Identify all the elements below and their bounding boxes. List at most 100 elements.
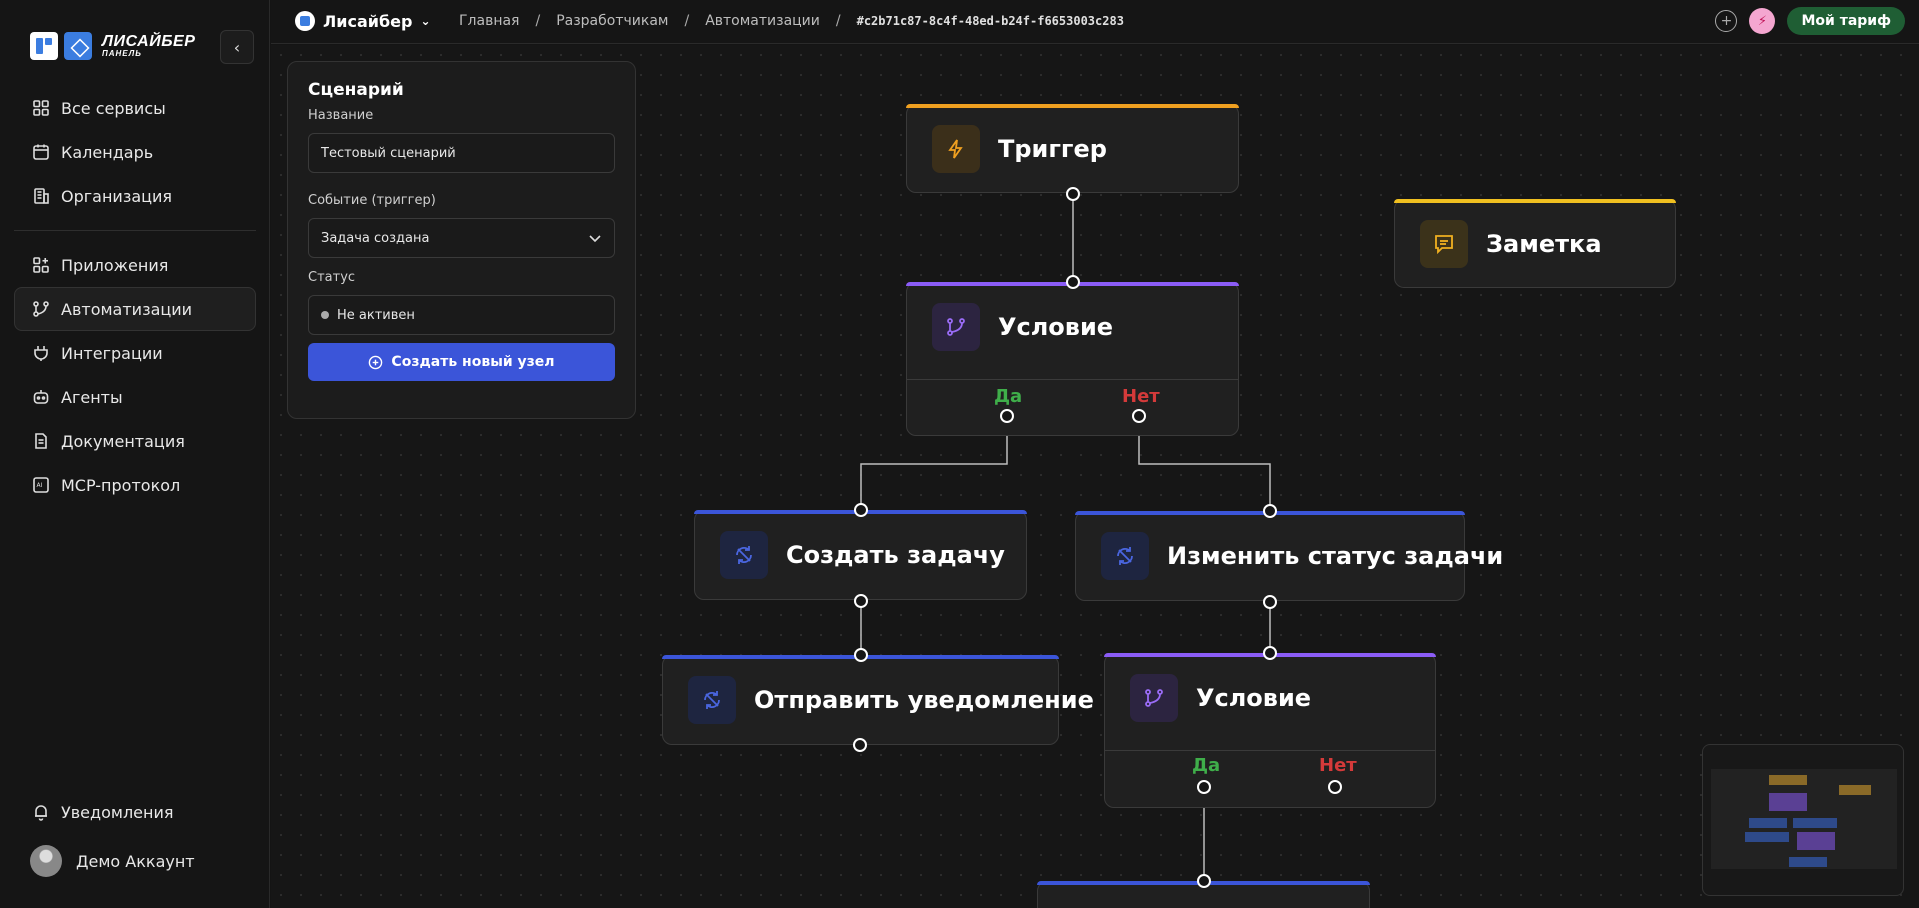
connection-handle[interactable] — [1197, 780, 1211, 794]
minimap-node — [1793, 818, 1837, 828]
branch-no-label: Нет — [1319, 755, 1357, 776]
svg-text:AI: AI — [37, 482, 43, 489]
panel-title: Сценарий — [308, 80, 404, 100]
sidebar-item-all-services[interactable]: Все сервисы — [14, 86, 256, 130]
minimap-node — [1789, 857, 1827, 867]
top-header: Лисайбер ⌄ Главная / Разработчикам / Авт… — [271, 0, 1919, 44]
user-profile[interactable]: Демо Аккаунт — [30, 845, 195, 877]
sidebar-item-label: Уведомления — [61, 802, 174, 822]
brand-name: ЛИСАЙБЕР — [102, 33, 196, 50]
status-dot-icon — [321, 311, 329, 319]
change-status-node[interactable]: Изменить статус задачи — [1075, 511, 1503, 601]
node-title: Условие — [1196, 684, 1312, 712]
connection-handle[interactable] — [854, 648, 868, 662]
workspace-logo-icon — [295, 11, 315, 31]
sidebar-item-apps[interactable]: Приложения — [14, 243, 256, 287]
sidebar-item-label: Интеграции — [61, 343, 163, 363]
sidebar-item-label: Приложения — [61, 255, 169, 275]
nav-top: Все сервисы Календарь Организация — [14, 86, 256, 218]
sync-icon — [1101, 532, 1149, 580]
node-title: Заметка — [1486, 230, 1602, 258]
brand-logo[interactable]: ЛИСАЙБЕР ПАНЕЛЬ — [30, 32, 195, 60]
sidebar-item-integrations[interactable]: Интеграции — [14, 331, 256, 375]
sidebar-item-label: Агенты — [61, 387, 123, 407]
node-title: Отправить уведомление — [754, 686, 1094, 714]
connection-handle[interactable] — [1263, 595, 1277, 609]
sidebar-item-automations[interactable]: Автоматизации — [14, 287, 256, 331]
condition-node-2[interactable]: Условие Да Нет — [1104, 653, 1436, 808]
minimap-node — [1769, 775, 1807, 785]
minimap-node — [1839, 785, 1871, 795]
sidebar-item-calendar[interactable]: Календарь — [14, 130, 256, 174]
chevron-down-icon: ⌄ — [420, 14, 431, 28]
sidebar-item-notifications[interactable]: Уведомления — [14, 790, 256, 834]
trigger-node[interactable]: Триггер — [906, 104, 1239, 193]
minimap-node — [1769, 793, 1807, 811]
minimap-viewport — [1711, 769, 1897, 869]
event-label: Событие (триггер) — [308, 193, 436, 208]
status-field[interactable]: Не активен — [308, 295, 615, 335]
collapse-sidebar-button[interactable]: ‹ — [220, 30, 254, 64]
connection-handle[interactable] — [1197, 874, 1211, 888]
scenario-name-input[interactable]: Тестовый сценарий — [308, 133, 615, 173]
event-select[interactable]: Задача создана — [308, 218, 615, 258]
nav-main: Приложения Автоматизации Интеграции Аген… — [14, 243, 256, 507]
note-icon — [1420, 220, 1468, 268]
connection-handle[interactable] — [1328, 780, 1342, 794]
minimap[interactable] — [1702, 744, 1904, 896]
ai-icon: AI — [31, 475, 51, 495]
bolt-icon — [932, 125, 980, 173]
sidebar-item-agents[interactable]: Агенты — [14, 375, 256, 419]
connection-handle[interactable] — [1066, 187, 1080, 201]
sync-icon — [688, 676, 736, 724]
condition-node[interactable]: Условие Да Нет — [906, 282, 1239, 436]
note-node[interactable]: Заметка — [1394, 199, 1676, 288]
minimap-node — [1749, 818, 1787, 828]
minimap-node — [1745, 832, 1789, 842]
sidebar-item-documentation[interactable]: Документация — [14, 419, 256, 463]
connection-handle[interactable] — [1000, 409, 1014, 423]
sidebar-divider — [14, 230, 256, 231]
chevron-left-icon: ‹ — [233, 37, 241, 57]
brand-subtitle: ПАНЕЛЬ — [102, 49, 142, 58]
my-plan-button[interactable]: Мой тариф — [1787, 7, 1905, 35]
send-notification-node[interactable]: Отправить уведомление — [662, 655, 1094, 745]
breadcrumb-home[interactable]: Главная — [459, 13, 519, 29]
create-node-button[interactable]: Создать новый узел — [308, 343, 615, 381]
workflow-icon — [31, 299, 51, 319]
logo-cube-icon — [64, 32, 92, 60]
scenario-panel: Сценарий Название Тестовый сценарий Собы… — [287, 61, 636, 419]
grid-icon — [31, 98, 51, 118]
branch-yes-label: Да — [1192, 755, 1221, 776]
add-icon[interactable]: + — [1715, 10, 1738, 32]
connection-handle[interactable] — [1132, 409, 1146, 423]
name-label: Название — [308, 108, 374, 123]
sidebar-item-mcp[interactable]: AI MCP-протокол — [14, 463, 256, 507]
sidebar-item-organization[interactable]: Организация — [14, 174, 256, 218]
connection-handle[interactable] — [1066, 275, 1080, 289]
connection-handle[interactable] — [854, 503, 868, 517]
workspace-switcher[interactable]: Лисайбер ⌄ — [295, 11, 431, 31]
minimap-node — [1797, 832, 1835, 850]
connection-handle[interactable] — [853, 738, 867, 752]
sidebar-item-label: Организация — [61, 186, 173, 206]
document-icon — [31, 431, 51, 451]
node-title: Создать задачу — [786, 541, 1005, 569]
connection-handle[interactable] — [1263, 504, 1277, 518]
sync-icon — [720, 531, 768, 579]
sidebar-item-label: Календарь — [61, 142, 154, 162]
event-select-value: Задача создана — [321, 230, 430, 246]
breadcrumb-automations[interactable]: Автоматизации — [705, 13, 820, 29]
bolt-icon[interactable]: ⚡ — [1749, 8, 1776, 34]
connection-handle[interactable] — [1263, 646, 1277, 660]
create-node-label: Создать новый узел — [391, 354, 555, 370]
calendar-icon — [31, 142, 51, 162]
create-task-node[interactable]: Создать задачу — [694, 510, 1027, 600]
connection-handle[interactable] — [854, 594, 868, 608]
breadcrumb-separator: / — [535, 13, 541, 29]
node-divider — [1105, 750, 1435, 751]
building-icon — [31, 186, 51, 206]
breadcrumb-developers[interactable]: Разработчикам — [556, 13, 668, 29]
sidebar-item-label: MCP-протокол — [61, 475, 181, 495]
breadcrumb: Главная / Разработчикам / Автоматизации … — [459, 13, 1124, 29]
